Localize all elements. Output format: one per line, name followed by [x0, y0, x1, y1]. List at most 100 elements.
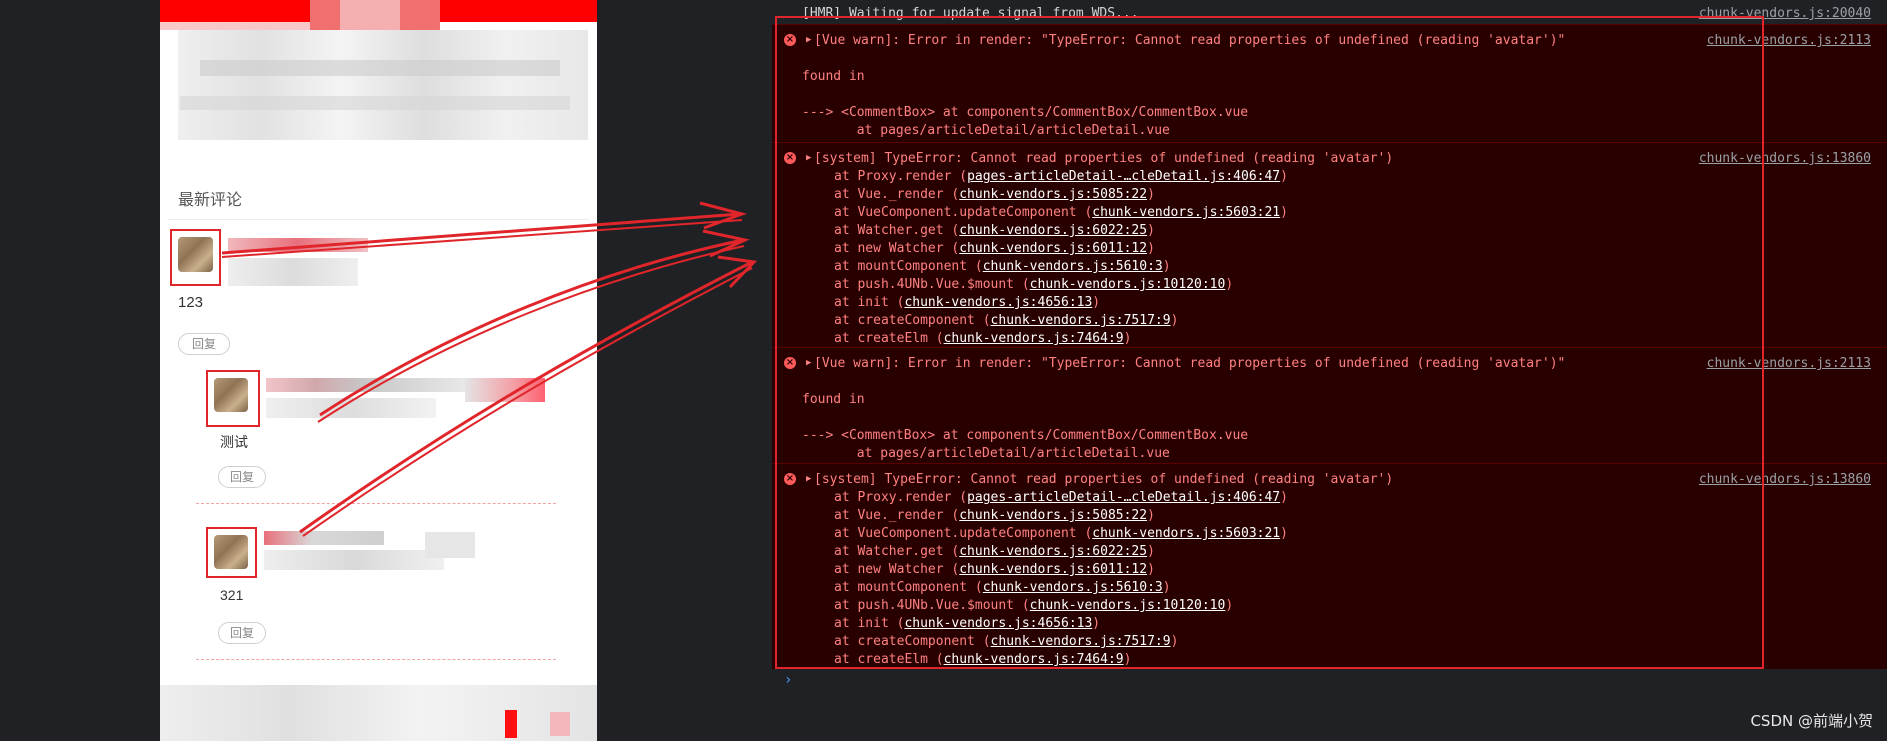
stack-frame-link[interactable]: chunk-vendors.js:7464:9: [944, 331, 1124, 346]
bottom-bar-accent: [505, 710, 517, 738]
stack-frame: at mountComponent (chunk-vendors.js:5610…: [834, 259, 1171, 274]
stack-frame: at Proxy.render (pages-articleDetail-…cl…: [834, 169, 1288, 184]
stack-frame: at Proxy.render (pages-articleDetail-…cl…: [834, 490, 1288, 505]
stack-frame-link[interactable]: chunk-vendors.js:5610:3: [983, 580, 1163, 595]
stack-frame-link[interactable]: chunk-vendors.js:5610:3: [983, 259, 1163, 274]
console-prompt-icon[interactable]: ›: [784, 672, 792, 688]
console-source-link[interactable]: chunk-vendors.js:2113: [1707, 33, 1871, 48]
gap: [597, 0, 772, 741]
stack-frame-link[interactable]: chunk-vendors.js:5603:21: [1092, 205, 1280, 220]
blurred-article-row: [180, 96, 570, 110]
stack-frame: at init (chunk-vendors.js:4656:13): [834, 616, 1101, 631]
error-message: [Vue warn]: Error in render: "TypeError:…: [814, 356, 1566, 371]
stack-frame: at Vue._render (chunk-vendors.js:5085:22…: [834, 508, 1155, 523]
reply-button[interactable]: 回复: [218, 622, 266, 644]
stack-frame: at createElm (chunk-vendors.js:7464:9): [834, 331, 1132, 346]
stack-frame: at mountComponent (chunk-vendors.js:5610…: [834, 580, 1171, 595]
stack-frame-link[interactable]: chunk-vendors.js:6011:12: [959, 241, 1147, 256]
stack-frame-link[interactable]: pages-articleDetail-…cleDetail.js:406:47: [967, 169, 1280, 184]
found-in-label: found in: [802, 392, 865, 407]
stack-frame: at init (chunk-vendors.js:4656:13): [834, 295, 1101, 310]
stack-frame: at createComponent (chunk-vendors.js:751…: [834, 313, 1179, 328]
stack-frame-link[interactable]: chunk-vendors.js:5603:21: [1092, 526, 1280, 541]
stack-frame: at Watcher.get (chunk-vendors.js:6022:25…: [834, 223, 1155, 238]
avatar[interactable]: [214, 535, 248, 569]
component-trace: at pages/articleDetail/articleDetail.vue: [802, 446, 1170, 461]
console-source-link[interactable]: chunk-vendors.js:13860: [1699, 472, 1871, 487]
blurred-article: [178, 30, 588, 140]
dotted-divider: [196, 503, 556, 504]
stack-frame: at push.4UNb.Vue.$mount (chunk-vendors.j…: [834, 277, 1234, 292]
console-source-link[interactable]: chunk-vendors.js:20040: [1699, 6, 1871, 21]
expand-triangle-icon[interactable]: ▶: [806, 474, 811, 484]
console-error-entry: × ▶ [system] TypeError: Cannot read prop…: [772, 463, 1887, 669]
stack-frame-link[interactable]: pages-articleDetail-…cleDetail.js:406:47: [967, 490, 1280, 505]
stack-frame: at Vue._render (chunk-vendors.js:5085:22…: [834, 187, 1155, 202]
expand-triangle-icon[interactable]: ▶: [806, 35, 811, 45]
header-pixel-block: [160, 22, 310, 30]
comments-section-title: 最新评论: [178, 192, 243, 209]
comment-avatar-highlight: [170, 229, 221, 286]
error-message: [Vue warn]: Error in render: "TypeError:…: [814, 33, 1566, 48]
stack-frame-link[interactable]: chunk-vendors.js:7517:9: [991, 634, 1171, 649]
stack-frame-link[interactable]: chunk-vendors.js:6011:12: [959, 562, 1147, 577]
bottom-bar-accent: [550, 712, 570, 736]
stack-frame: at new Watcher (chunk-vendors.js:6011:12…: [834, 562, 1155, 577]
avatar[interactable]: [178, 237, 213, 272]
stack-frame-link[interactable]: chunk-vendors.js:7464:9: [944, 652, 1124, 667]
blurred-meta: [228, 258, 358, 286]
reply-button[interactable]: 回复: [218, 466, 266, 488]
stack-frame-link[interactable]: chunk-vendors.js:7517:9: [991, 313, 1171, 328]
comment-content: 123: [178, 294, 204, 311]
stack-frame: at createComponent (chunk-vendors.js:751…: [834, 634, 1179, 649]
stack-frame-link[interactable]: chunk-vendors.js:4656:13: [904, 616, 1092, 631]
dotted-divider: [196, 659, 556, 660]
console-error-entry: × ▶ [Vue warn]: Error in render: "TypeEr…: [772, 347, 1887, 464]
console-error-entry: × ▶ [Vue warn]: Error in render: "TypeEr…: [772, 24, 1887, 143]
stack-frame-link[interactable]: chunk-vendors.js:4656:13: [904, 295, 1092, 310]
stack-frame-link[interactable]: chunk-vendors.js:10120:10: [1030, 277, 1226, 292]
divider: [168, 219, 589, 220]
comment-content: 测试: [220, 434, 248, 450]
blurred-extra: [465, 378, 545, 402]
blurred-meta: [264, 550, 444, 570]
blurred-username: [266, 378, 466, 392]
stack-frame-link[interactable]: chunk-vendors.js:10120:10: [1030, 598, 1226, 613]
error-message: [system] TypeError: Cannot read properti…: [814, 472, 1394, 487]
comment-content: 321: [220, 587, 244, 603]
stack-frame-link[interactable]: chunk-vendors.js:5085:22: [959, 508, 1147, 523]
blurred-username: [264, 531, 384, 545]
error-message: [system] TypeError: Cannot read properti…: [814, 151, 1394, 166]
blurred-article-row: [200, 60, 560, 76]
stack-frame-link[interactable]: chunk-vendors.js:5085:22: [959, 187, 1147, 202]
reply-button[interactable]: 回复: [178, 333, 230, 355]
bottom-bar: [160, 685, 597, 741]
avatar[interactable]: [214, 378, 248, 412]
stack-frame: at VueComponent.updateComponent (chunk-v…: [834, 526, 1288, 541]
stack-frame: at push.4UNb.Vue.$mount (chunk-vendors.j…: [834, 598, 1234, 613]
found-in-label: found in: [802, 69, 865, 84]
error-icon: ×: [784, 357, 796, 369]
header-pixel-block: [340, 0, 400, 30]
expand-triangle-icon[interactable]: ▶: [806, 153, 811, 163]
comment-avatar-highlight: [206, 370, 260, 427]
console-source-link[interactable]: chunk-vendors.js:2113: [1707, 356, 1871, 371]
watermark: CSDN @前端小贺: [1750, 712, 1873, 730]
error-icon: ×: [784, 34, 796, 46]
devtools-console: [HMR] Waiting for update signal from WDS…: [772, 0, 1887, 741]
comment-avatar-highlight: [206, 527, 257, 578]
component-trace: ---> <CommentBox> at components/CommentB…: [802, 105, 1249, 120]
error-icon: ×: [784, 152, 796, 164]
stack-frame: at new Watcher (chunk-vendors.js:6011:12…: [834, 241, 1155, 256]
stack-frame-link[interactable]: chunk-vendors.js:6022:25: [959, 223, 1147, 238]
error-icon: ×: [784, 473, 796, 485]
console-error-entry: × ▶ [system] TypeError: Cannot read prop…: [772, 142, 1887, 348]
component-trace: at pages/articleDetail/articleDetail.vue: [802, 123, 1170, 138]
component-trace: ---> <CommentBox> at components/CommentB…: [802, 428, 1249, 443]
console-log-hmr: [HMR] Waiting for update signal from WDS…: [802, 6, 1139, 21]
stack-frame-link[interactable]: chunk-vendors.js:6022:25: [959, 544, 1147, 559]
console-source-link[interactable]: chunk-vendors.js:13860: [1699, 151, 1871, 166]
mobile-preview: 最新评论 123 回复 测试 回复 321 回复: [160, 0, 597, 741]
expand-triangle-icon[interactable]: ▶: [806, 358, 811, 368]
left-margin: [0, 0, 160, 741]
